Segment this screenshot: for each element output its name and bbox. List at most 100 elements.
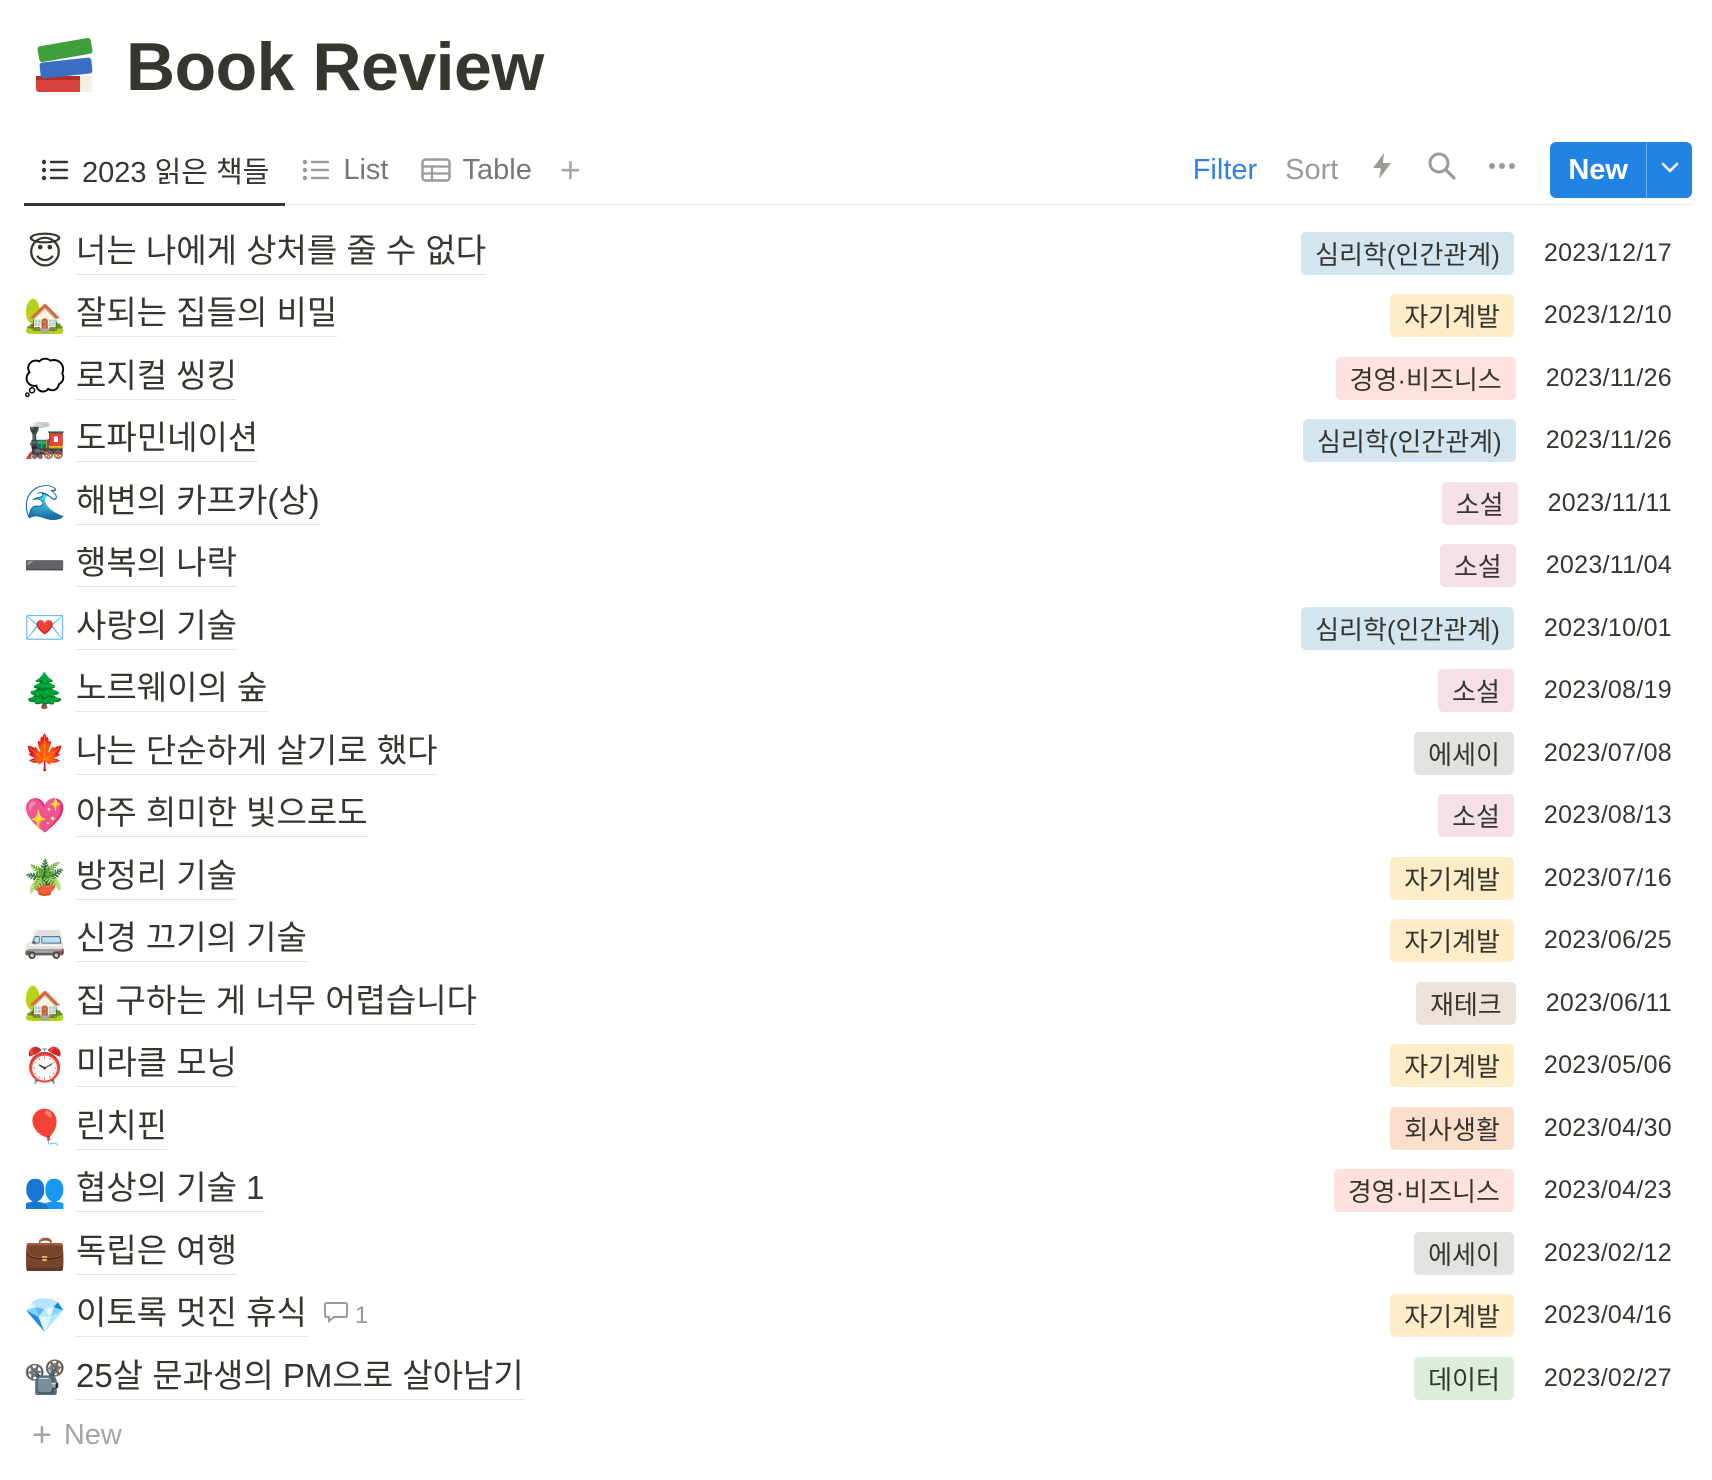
read-date[interactable]: 2023/04/23 (1544, 1176, 1672, 1205)
list-item[interactable]: 🌲 노르웨이의 숲 소설 2023/08/19 (24, 660, 1692, 723)
filter-button[interactable]: Filter (1193, 154, 1257, 187)
list-item[interactable]: 🍁 나는 단순하게 살기로 했다 에세이 2023/07/08 (24, 722, 1692, 785)
tab-list[interactable]: List (285, 135, 404, 205)
add-new-row-button[interactable]: + New (32, 1416, 122, 1455)
book-emoji-icon[interactable]: 🚂 (24, 420, 66, 462)
book-emoji-icon[interactable]: 💭 (24, 357, 66, 399)
book-title[interactable]: 아주 희미한 빛으로도 (76, 794, 368, 838)
list-item[interactable]: 💭 로지컬 씽킹 경영·비즈니스 2023/11/26 (24, 347, 1692, 410)
book-title[interactable]: 너는 나에게 상처를 줄 수 없다 (76, 232, 487, 275)
list-item[interactable]: 💼 독립은 여행 에세이 2023/02/12 (24, 1222, 1692, 1285)
book-title[interactable]: 집 구하는 게 너무 어렵습니다 (76, 982, 477, 1025)
read-date[interactable]: 2023/11/26 (1546, 426, 1672, 455)
book-title[interactable]: 해변의 카프카(상) (76, 482, 320, 525)
list-item[interactable]: 🏡 잘되는 집들의 비밀 자기계발 2023/12/10 (24, 285, 1692, 348)
book-title[interactable]: 나는 단순하게 살기로 했다 (76, 732, 438, 775)
book-title[interactable]: 방정리 기술 (76, 857, 237, 900)
read-date[interactable]: 2023/11/04 (1546, 551, 1672, 580)
book-title[interactable]: 25살 문과생의 PM으로 살아남기 (76, 1357, 524, 1400)
category-tag[interactable]: 심리학(인간관계) (1301, 231, 1514, 275)
book-emoji-icon[interactable]: 🏡 (24, 295, 66, 337)
list-item[interactable]: 🌊 해변의 카프카(상) 소설 2023/11/11 (24, 472, 1692, 535)
book-emoji-icon[interactable]: 💖 (24, 795, 66, 837)
category-tag[interactable]: 자기계발 (1390, 1294, 1514, 1338)
book-title[interactable]: 이토록 멋진 휴식 (76, 1294, 307, 1338)
book-emoji-icon[interactable]: 💼 (24, 1232, 66, 1274)
category-tag[interactable]: 데이터 (1414, 1356, 1514, 1400)
list-item[interactable]: 🏡 집 구하는 게 너무 어렵습니다 재테크 2023/06/11 (24, 972, 1692, 1035)
read-date[interactable]: 2023/11/26 (1546, 364, 1672, 393)
new-button[interactable]: New (1550, 142, 1646, 198)
book-title[interactable]: 린치핀 (76, 1107, 168, 1150)
book-emoji-icon[interactable]: ⏰ (24, 1045, 66, 1087)
book-emoji-icon[interactable]: 👥 (24, 1170, 66, 1212)
book-title[interactable]: 신경 끄기의 기술 (76, 919, 307, 963)
read-date[interactable]: 2023/07/16 (1544, 864, 1672, 893)
book-title[interactable]: 노르웨이의 숲 (76, 669, 268, 713)
read-date[interactable]: 2023/06/11 (1546, 989, 1672, 1018)
list-item[interactable]: 🪴 방정리 기술 자기계발 2023/07/16 (24, 847, 1692, 910)
read-date[interactable]: 2023/12/17 (1544, 239, 1672, 268)
book-emoji-icon[interactable]: 🚐 (24, 920, 66, 962)
list-item[interactable]: 🚂 도파민네이션 심리학(인간관계) 2023/11/26 (24, 410, 1692, 473)
read-date[interactable]: 2023/04/16 (1544, 1301, 1672, 1330)
tab-table[interactable]: Table (405, 135, 548, 205)
category-tag[interactable]: 자기계발 (1390, 856, 1514, 900)
book-title[interactable]: 협상의 기술 1 (76, 1169, 265, 1213)
book-title[interactable]: 잘되는 집들의 비밀 (76, 294, 338, 338)
list-item[interactable]: 👥 협상의 기술 1 경영·비즈니스 2023/04/23 (24, 1160, 1692, 1223)
book-emoji-icon[interactable]: 🎈 (24, 1107, 66, 1149)
category-tag[interactable]: 소설 (1439, 544, 1516, 588)
page-title[interactable]: Book Review (126, 28, 544, 106)
book-title[interactable]: 사랑의 기술 (76, 607, 237, 650)
list-item[interactable]: ➖ 행복의 나락 소설 2023/11/04 (24, 535, 1692, 598)
book-emoji-icon[interactable]: 🍁 (24, 732, 66, 774)
read-date[interactable]: 2023/02/27 (1544, 1364, 1672, 1393)
comment-count[interactable]: 1 (323, 1300, 368, 1331)
book-emoji-icon[interactable]: 🪴 (24, 857, 66, 899)
read-date[interactable]: 2023/07/08 (1544, 739, 1672, 768)
read-date[interactable]: 2023/08/13 (1544, 801, 1672, 830)
new-dropdown-button[interactable] (1646, 142, 1692, 198)
category-tag[interactable]: 심리학(인간관계) (1301, 606, 1514, 650)
book-title[interactable]: 미라클 모닝 (76, 1044, 237, 1088)
book-emoji-icon[interactable]: 💌 (24, 607, 66, 649)
category-tag[interactable]: 에세이 (1414, 731, 1514, 775)
book-emoji-icon[interactable]: 🌊 (24, 482, 66, 524)
list-item[interactable]: 💖 아주 희미한 빛으로도 소설 2023/08/13 (24, 785, 1692, 848)
list-item[interactable]: 🎈 린치핀 회사생활 2023/04/30 (24, 1097, 1692, 1160)
category-tag[interactable]: 회사생활 (1390, 1106, 1514, 1150)
list-item[interactable]: 🚐 신경 끄기의 기술 자기계발 2023/06/25 (24, 910, 1692, 973)
list-item[interactable]: 💎 이토록 멋진 휴식 1 자기계발 2023/04/16 (24, 1285, 1692, 1348)
read-date[interactable]: 2023/08/19 (1544, 676, 1672, 705)
read-date[interactable]: 2023/05/06 (1544, 1051, 1672, 1080)
book-emoji-icon[interactable]: 🏡 (24, 982, 66, 1024)
category-tag[interactable]: 재테크 (1415, 981, 1516, 1025)
category-tag[interactable]: 소설 (1438, 669, 1514, 713)
list-item[interactable]: 📽️ 25살 문과생의 PM으로 살아남기 데이터 2023/02/27 (24, 1347, 1692, 1410)
read-date[interactable]: 2023/12/10 (1544, 301, 1672, 330)
list-item[interactable]: 💌 사랑의 기술 심리학(인간관계) 2023/10/01 (24, 597, 1692, 660)
list-item[interactable]: ⏰ 미라클 모닝 자기계발 2023/05/06 (24, 1035, 1692, 1098)
list-item[interactable]: 😇 너는 나에게 상처를 줄 수 없다 심리학(인간관계) 2023/12/17 (24, 222, 1692, 285)
category-tag[interactable]: 에세이 (1414, 1231, 1514, 1275)
search-button[interactable] (1426, 150, 1458, 190)
more-options-button[interactable] (1486, 150, 1518, 190)
read-date[interactable]: 2023/11/11 (1548, 489, 1672, 518)
book-emoji-icon[interactable]: ➖ (24, 545, 66, 587)
automation-button[interactable] (1366, 150, 1398, 190)
book-title[interactable]: 도파민네이션 (76, 419, 259, 463)
book-title[interactable]: 행복의 나락 (76, 544, 237, 588)
sort-button[interactable]: Sort (1285, 154, 1338, 187)
category-tag[interactable]: 자기계발 (1390, 919, 1514, 963)
book-emoji-icon[interactable]: 😇 (24, 232, 66, 274)
category-tag[interactable]: 자기계발 (1390, 1044, 1514, 1088)
read-date[interactable]: 2023/06/25 (1544, 926, 1672, 955)
books-icon[interactable] (30, 32, 100, 102)
book-emoji-icon[interactable]: 🌲 (24, 670, 66, 712)
book-title[interactable]: 독립은 여행 (76, 1232, 237, 1275)
category-tag[interactable]: 경영·비즈니스 (1335, 356, 1516, 400)
book-emoji-icon[interactable]: 📽️ (24, 1357, 66, 1399)
category-tag[interactable]: 심리학(인간관계) (1302, 419, 1516, 463)
add-view-button[interactable]: + (548, 135, 593, 205)
